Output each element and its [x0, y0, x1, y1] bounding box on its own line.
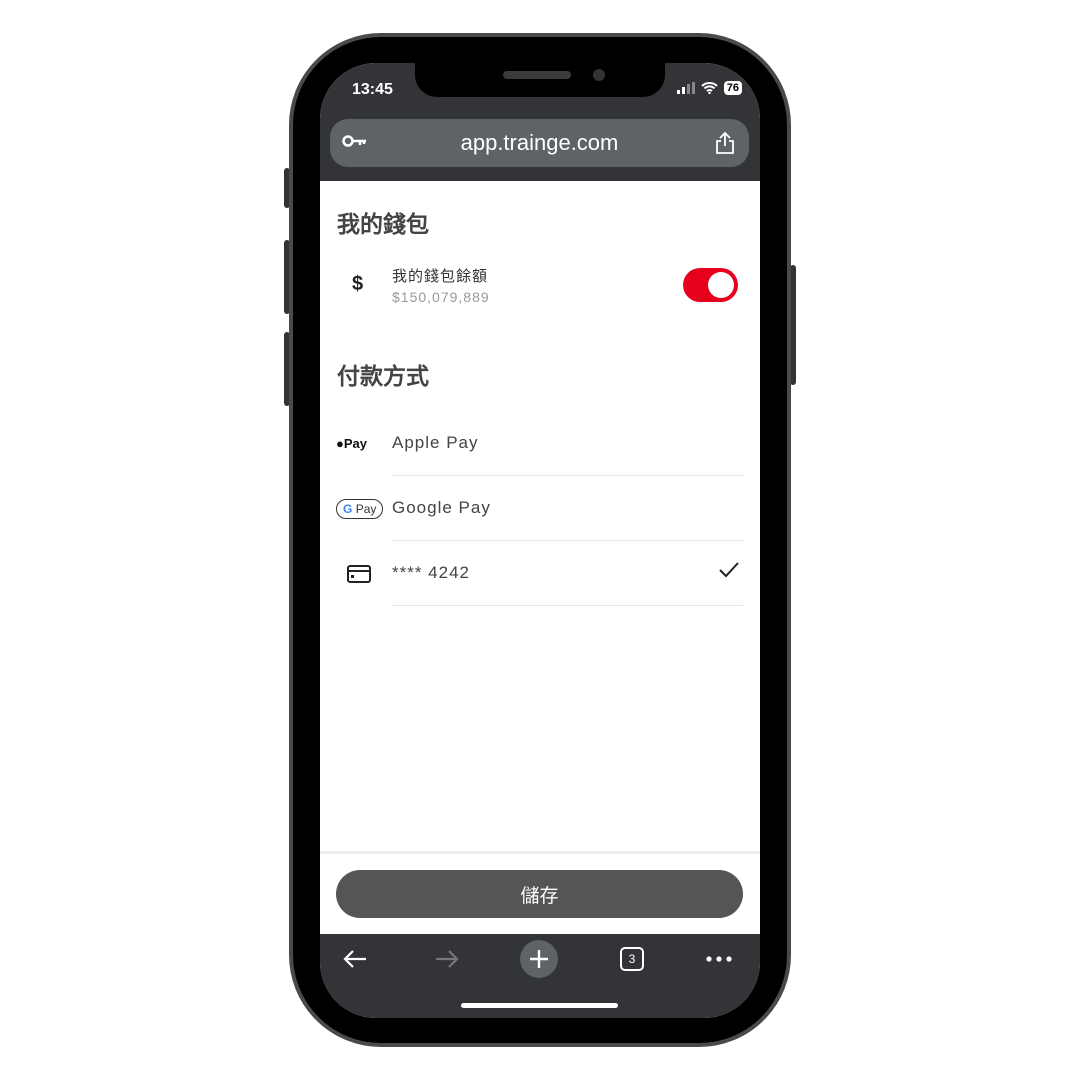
wallet-title: 我的錢包 — [337, 211, 429, 237]
payment-method-label: Google Pay — [392, 498, 491, 517]
footer: 儲存 — [320, 851, 760, 934]
arrow-right-icon — [436, 950, 459, 968]
google-pay-icon: G Pay — [336, 476, 384, 541]
browser-toolbar: 3 — [320, 934, 760, 1018]
wallet-balance-value: $150,079,889 — [392, 289, 490, 305]
save-button[interactable]: 儲存 — [336, 870, 743, 918]
key-icon — [342, 135, 366, 147]
tabs-button[interactable]: 3 — [618, 942, 646, 976]
battery-level: 76 — [723, 81, 742, 95]
wallet-toggle[interactable] — [683, 268, 738, 302]
credit-card-icon — [347, 541, 371, 606]
signal-icon — [676, 82, 695, 94]
wallet-balance-label: 我的錢包餘額 — [392, 268, 489, 285]
payment-method-label: Apple Pay — [392, 433, 479, 452]
url-text: app.trainge.com — [460, 130, 619, 155]
new-tab-button[interactable] — [520, 940, 558, 978]
status-time: 13:45 — [352, 81, 393, 98]
share-icon[interactable] — [715, 131, 735, 155]
browser-header: 13:45 76 app.trainge.com — [320, 63, 760, 181]
status-icons: 76 — [676, 81, 742, 95]
payment-method-google-pay[interactable]: G Pay Google Pay — [320, 476, 760, 541]
home-indicator — [461, 1003, 618, 1008]
plus-icon — [530, 950, 548, 968]
payment-method-label: **** 4242 — [392, 563, 471, 582]
screen: 13:45 76 app.trainge.com 我的錢包 $ 我的錢包餘額 $… — [320, 63, 760, 1018]
dollar-icon: $ — [352, 273, 364, 295]
more-button[interactable] — [702, 942, 736, 976]
forward-button[interactable] — [430, 942, 464, 976]
tab-count: 3 — [620, 947, 644, 971]
apple-pay-icon: ●Pay — [336, 436, 367, 451]
arrow-left-icon — [343, 950, 366, 968]
more-icon — [706, 956, 732, 962]
page-content: 我的錢包 $ 我的錢包餘額 $150,079,889 付款方式 ●Pay App… — [320, 181, 760, 851]
wifi-icon — [701, 82, 718, 94]
address-bar[interactable]: app.trainge.com — [330, 119, 749, 167]
payment-title: 付款方式 — [337, 363, 429, 389]
payment-method-card[interactable]: **** 4242 — [320, 541, 760, 606]
payment-method-apple-pay[interactable]: ●Pay Apple Pay — [320, 411, 760, 476]
notch — [415, 63, 665, 97]
back-button[interactable] — [338, 942, 372, 976]
check-icon — [719, 562, 739, 578]
